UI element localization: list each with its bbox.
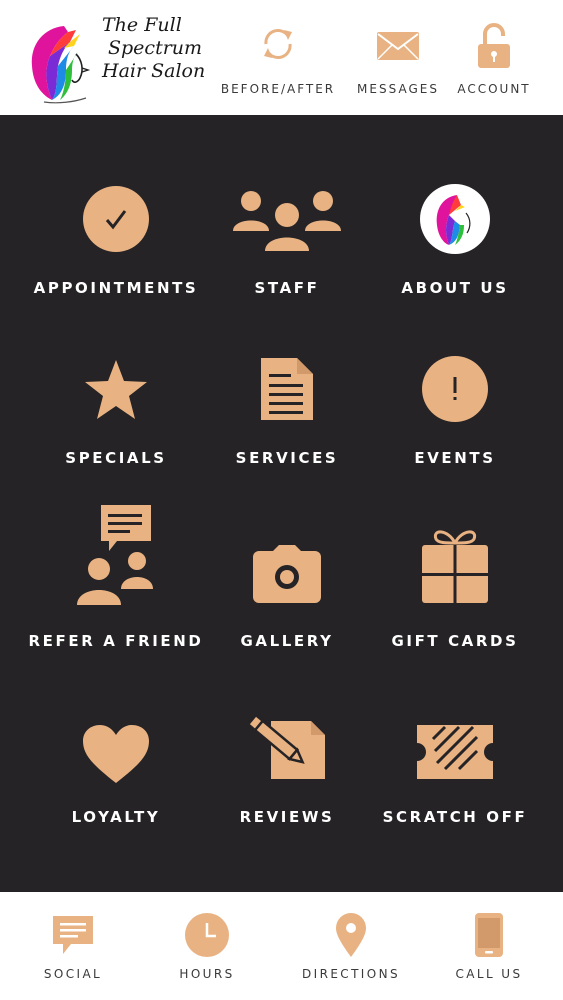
pencil-document-icon [246, 715, 325, 779]
envelope-icon [377, 32, 419, 60]
top-bar: The Full Spectrum Hair Salon BEFORE/AFTE… [0, 0, 563, 115]
tile-services[interactable]: SERVICES [193, 353, 381, 473]
feature-grid: APPOINTMENTS STAFF ABOUT US SPECIALS SER… [0, 115, 563, 892]
map-pin-icon [336, 913, 366, 957]
tile-label: EVENTS [414, 449, 496, 467]
camera-icon [253, 545, 321, 603]
footer-nav-label: CALL US [455, 967, 523, 981]
salon-name-line1: The Full [102, 14, 182, 36]
tile-label: REFER A FRIEND [28, 632, 204, 650]
salon-name-line3: Hair Salon [102, 60, 206, 82]
tile-label: GIFT CARDS [391, 632, 519, 650]
tile-label: ABOUT US [401, 279, 509, 297]
tile-scratch-off[interactable]: SCRATCH OFF [361, 713, 549, 833]
tile-gallery[interactable]: GALLERY [193, 500, 381, 655]
salon-name: The Full Spectrum Hair Salon [102, 14, 212, 83]
tile-label: LOYALTY [71, 808, 161, 826]
tile-specials[interactable]: SPECIALS [22, 353, 210, 473]
refresh-icon [264, 29, 292, 59]
footer-nav-call-us[interactable]: CALL US [419, 892, 559, 1000]
header-nav-before-after[interactable]: BEFORE/AFTER [218, 0, 338, 115]
footer-nav-label: HOURS [179, 967, 235, 981]
salon-name-line2: Spectrum [108, 37, 203, 59]
star-icon [85, 360, 147, 419]
lock-icon [478, 23, 510, 68]
tile-label: REVIEWS [239, 808, 335, 826]
salon-logo-icon [420, 184, 490, 254]
header-nav-label: BEFORE/AFTER [220, 82, 336, 96]
tile-label: SERVICES [235, 449, 339, 467]
tile-about-us[interactable]: ABOUT US [361, 175, 549, 305]
heart-icon [83, 725, 149, 783]
tile-label: GALLERY [240, 632, 334, 650]
tile-label: SPECIALS [65, 449, 167, 467]
footer-nav-label: SOCIAL [43, 967, 103, 981]
rainbow-hair-logo-icon [31, 26, 91, 104]
ticket-icon [417, 725, 493, 779]
tile-gift-cards[interactable]: GIFT CARDS [361, 500, 549, 655]
tile-label: SCRATCH OFF [382, 808, 528, 826]
tile-loyalty[interactable]: LOYALTY [22, 713, 210, 833]
checkmark-circle-icon [83, 186, 149, 252]
footer-nav-directions[interactable]: DIRECTIONS [281, 892, 421, 1000]
salon-logo[interactable]: The Full Spectrum Hair Salon [24, 14, 209, 106]
people-group-icon [233, 191, 341, 251]
phone-icon [475, 913, 503, 957]
gift-icon [422, 530, 488, 603]
chat-people-icon [77, 505, 153, 605]
tile-events[interactable]: EVENTS [361, 353, 549, 473]
footer-nav-label: DIRECTIONS [302, 967, 400, 981]
tile-reviews[interactable]: REVIEWS [193, 713, 381, 833]
footer-nav-social[interactable]: SOCIAL [3, 892, 143, 1000]
tile-appointments[interactable]: APPOINTMENTS [22, 175, 210, 305]
tile-label: STAFF [254, 279, 320, 297]
clock-icon [185, 913, 229, 957]
tile-refer-a-friend[interactable]: REFER A FRIEND [22, 500, 210, 655]
app-screen: The Full Spectrum Hair Salon BEFORE/AFTE… [0, 0, 563, 1000]
tile-label: APPOINTMENTS [33, 279, 199, 297]
bottom-bar: SOCIAL HOURS DIRECTIONS CALL US [0, 892, 563, 1000]
footer-nav-hours[interactable]: HOURS [137, 892, 277, 1000]
speech-bubble-icon [53, 916, 93, 954]
header-nav-label: ACCOUNT [457, 82, 531, 96]
tile-staff[interactable]: STAFF [193, 175, 381, 305]
exclamation-circle-icon [422, 356, 488, 422]
header-nav-account[interactable]: ACCOUNT [434, 0, 554, 115]
document-icon [261, 358, 313, 420]
